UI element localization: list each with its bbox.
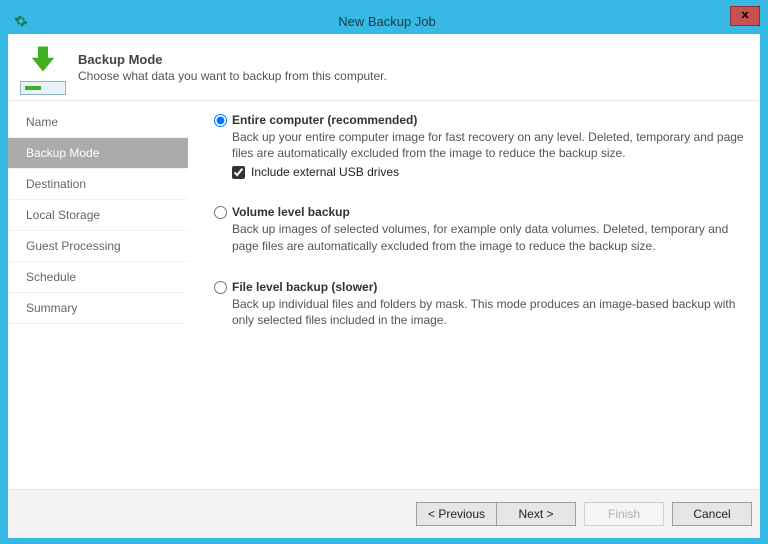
option-entire-computer[interactable]: Entire computer (recommended) Back up yo… [214, 113, 744, 179]
disk-icon [20, 81, 66, 95]
radio-entire[interactable] [214, 114, 227, 127]
finish-button: Finish [584, 502, 664, 526]
step-name[interactable]: Name [8, 107, 188, 138]
option-volume-desc: Back up images of selected volumes, for … [232, 221, 744, 253]
sidebar: Name Backup Mode Destination Local Stora… [8, 101, 188, 489]
checkbox-include-usb-label: Include external USB drives [251, 165, 399, 179]
window-title: New Backup Job [34, 14, 760, 29]
footer: < Previous Next > Finish Cancel [8, 489, 760, 538]
step-local-storage[interactable]: Local Storage [8, 200, 188, 231]
step-schedule[interactable]: Schedule [8, 262, 188, 293]
option-entire-title: Entire computer (recommended) [232, 113, 744, 127]
option-entire-desc: Back up your entire computer image for f… [232, 129, 744, 161]
step-summary[interactable]: Summary [8, 293, 188, 324]
arrow-down-icon [26, 44, 60, 77]
step-destination[interactable]: Destination [8, 169, 188, 200]
next-button[interactable]: Next > [496, 502, 576, 526]
close-icon: x [741, 10, 749, 21]
titlebar: New Backup Job x [8, 8, 760, 34]
step-backup-mode[interactable]: Backup Mode [8, 138, 188, 169]
option-volume-title: Volume level backup [232, 205, 744, 219]
page-subtitle: Choose what data you want to backup from… [78, 69, 760, 83]
content: Entire computer (recommended) Back up yo… [188, 101, 760, 489]
page-title: Backup Mode [78, 52, 760, 67]
header-icon [8, 40, 78, 95]
radio-volume[interactable] [214, 206, 227, 219]
option-file-desc: Back up individual files and folders by … [232, 296, 744, 328]
close-button[interactable]: x [730, 6, 760, 26]
option-file-backup[interactable]: File level backup (slower) Back up indiv… [214, 280, 744, 328]
previous-button[interactable]: < Previous [416, 502, 496, 526]
option-file-title: File level backup (slower) [232, 280, 744, 294]
option-volume-backup[interactable]: Volume level backup Back up images of se… [214, 205, 744, 253]
step-guest-processing[interactable]: Guest Processing [8, 231, 188, 262]
checkbox-include-usb[interactable]: Include external USB drives [232, 165, 744, 179]
header: Backup Mode Choose what data you want to… [8, 34, 760, 101]
checkbox-include-usb-input[interactable] [232, 166, 245, 179]
radio-file[interactable] [214, 281, 227, 294]
app-icon [8, 14, 34, 28]
cancel-button[interactable]: Cancel [672, 502, 752, 526]
